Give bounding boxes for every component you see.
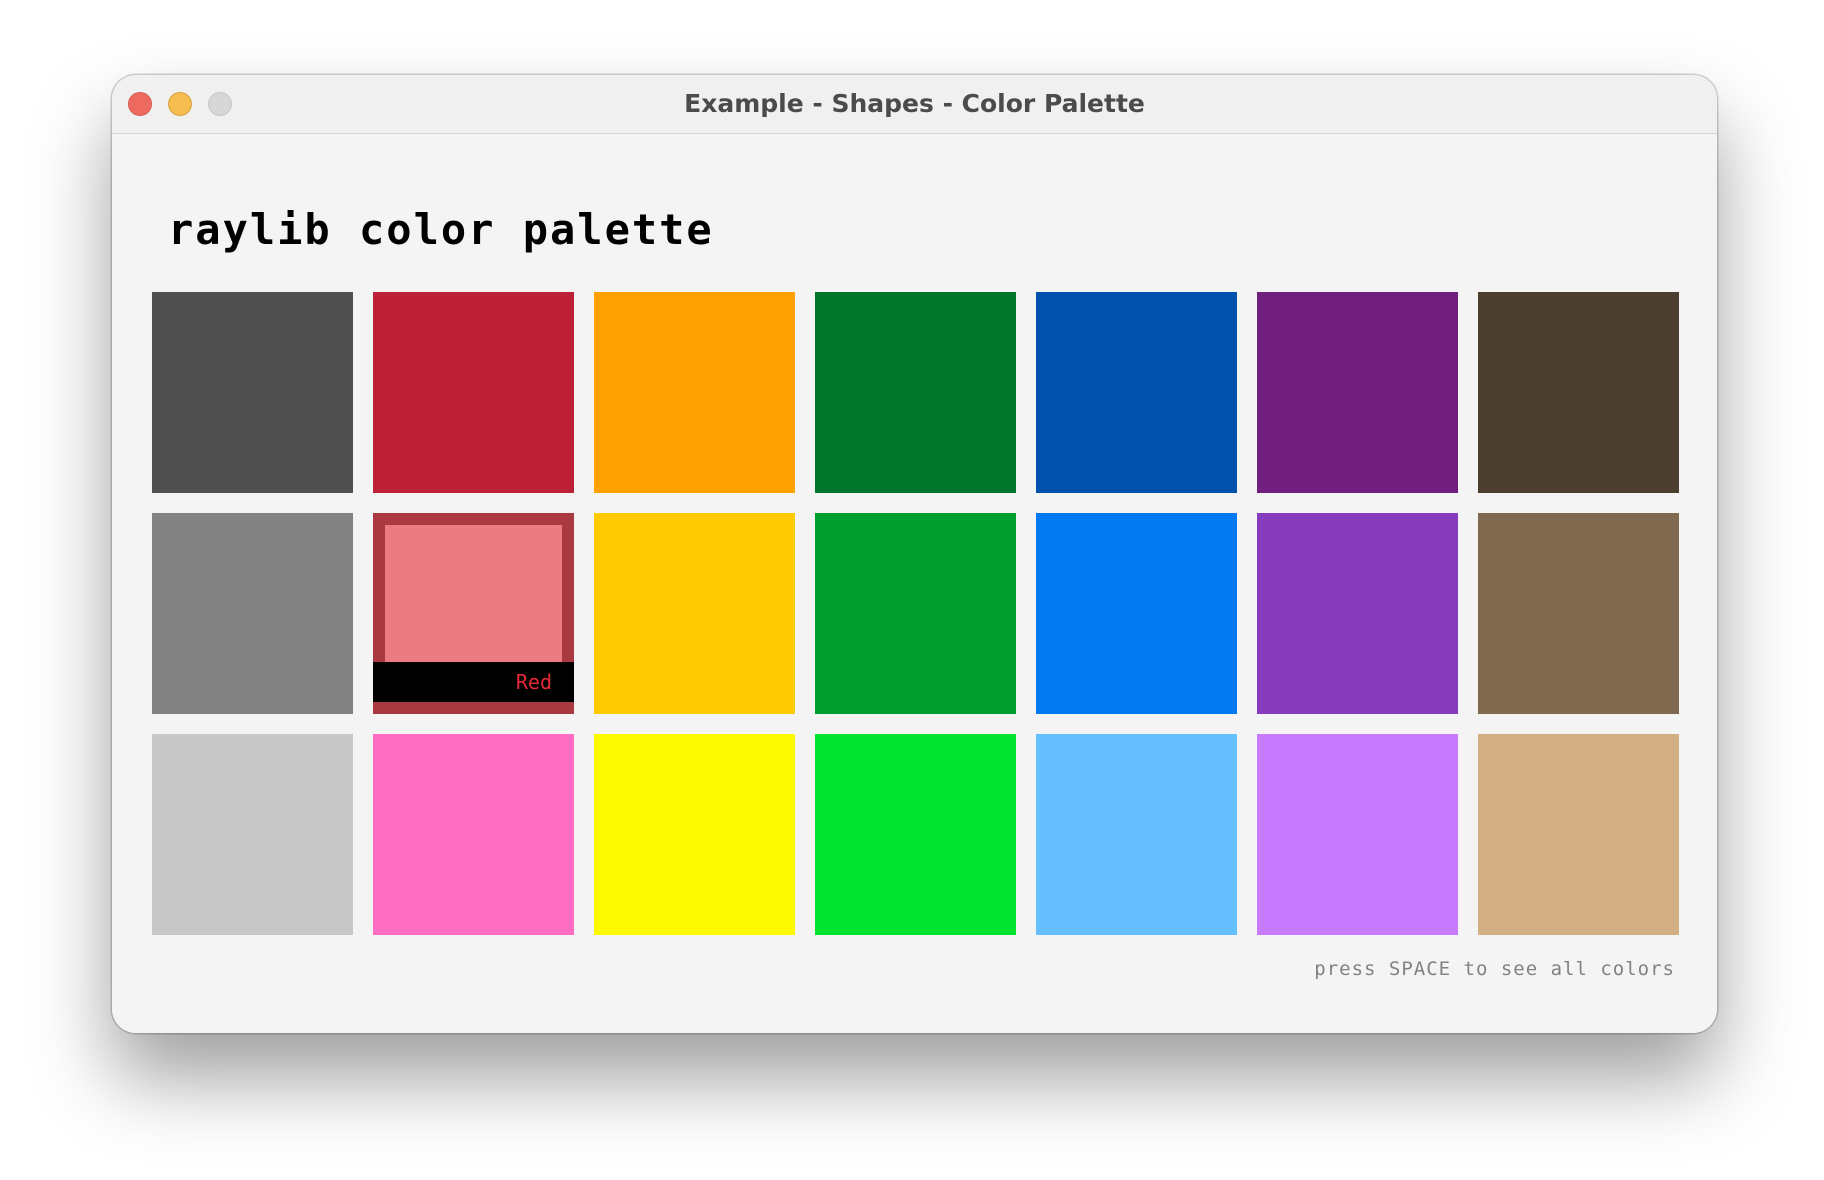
render-canvas[interactable]: raylib color palette Red press SPACE to … — [112, 135, 1717, 1033]
color-swatch-darkblue[interactable] — [1036, 292, 1237, 493]
color-swatch-blue[interactable] — [1036, 513, 1237, 714]
color-swatch-red[interactable]: Red — [373, 513, 574, 714]
color-palette-grid: Red — [152, 292, 1679, 935]
color-swatch-yellow[interactable] — [594, 734, 795, 935]
window-title: Example - Shapes - Color Palette — [684, 89, 1145, 118]
color-swatch-beige[interactable] — [1478, 734, 1679, 935]
app-window: Example - Shapes - Color Palette raylib … — [112, 75, 1717, 1033]
color-swatch-darkgray[interactable] — [152, 292, 353, 493]
title-bar[interactable]: Example - Shapes - Color Palette — [112, 75, 1717, 134]
color-name-label: Red — [373, 662, 574, 702]
palette-heading: raylib color palette — [168, 205, 714, 254]
color-swatch-green[interactable] — [815, 513, 1016, 714]
color-swatch-lightgray[interactable] — [152, 734, 353, 935]
color-swatch-gold[interactable] — [594, 513, 795, 714]
color-swatch-lime[interactable] — [815, 734, 1016, 935]
color-swatch-gray[interactable] — [152, 513, 353, 714]
color-swatch-violet[interactable] — [1257, 734, 1458, 935]
color-swatch-skyblue[interactable] — [1036, 734, 1237, 935]
color-swatch-darkgreen[interactable] — [815, 292, 1016, 493]
color-swatch-pink[interactable] — [373, 734, 574, 935]
color-swatch-maroon[interactable] — [373, 292, 574, 493]
color-swatch-darkpurple[interactable] — [1257, 292, 1458, 493]
color-swatch-orange[interactable] — [594, 292, 795, 493]
color-swatch-brown[interactable] — [1478, 513, 1679, 714]
color-swatch-darkbrown[interactable] — [1478, 292, 1679, 493]
space-hint-text: press SPACE to see all colors — [1314, 958, 1675, 980]
color-swatch-purple[interactable] — [1257, 513, 1458, 714]
